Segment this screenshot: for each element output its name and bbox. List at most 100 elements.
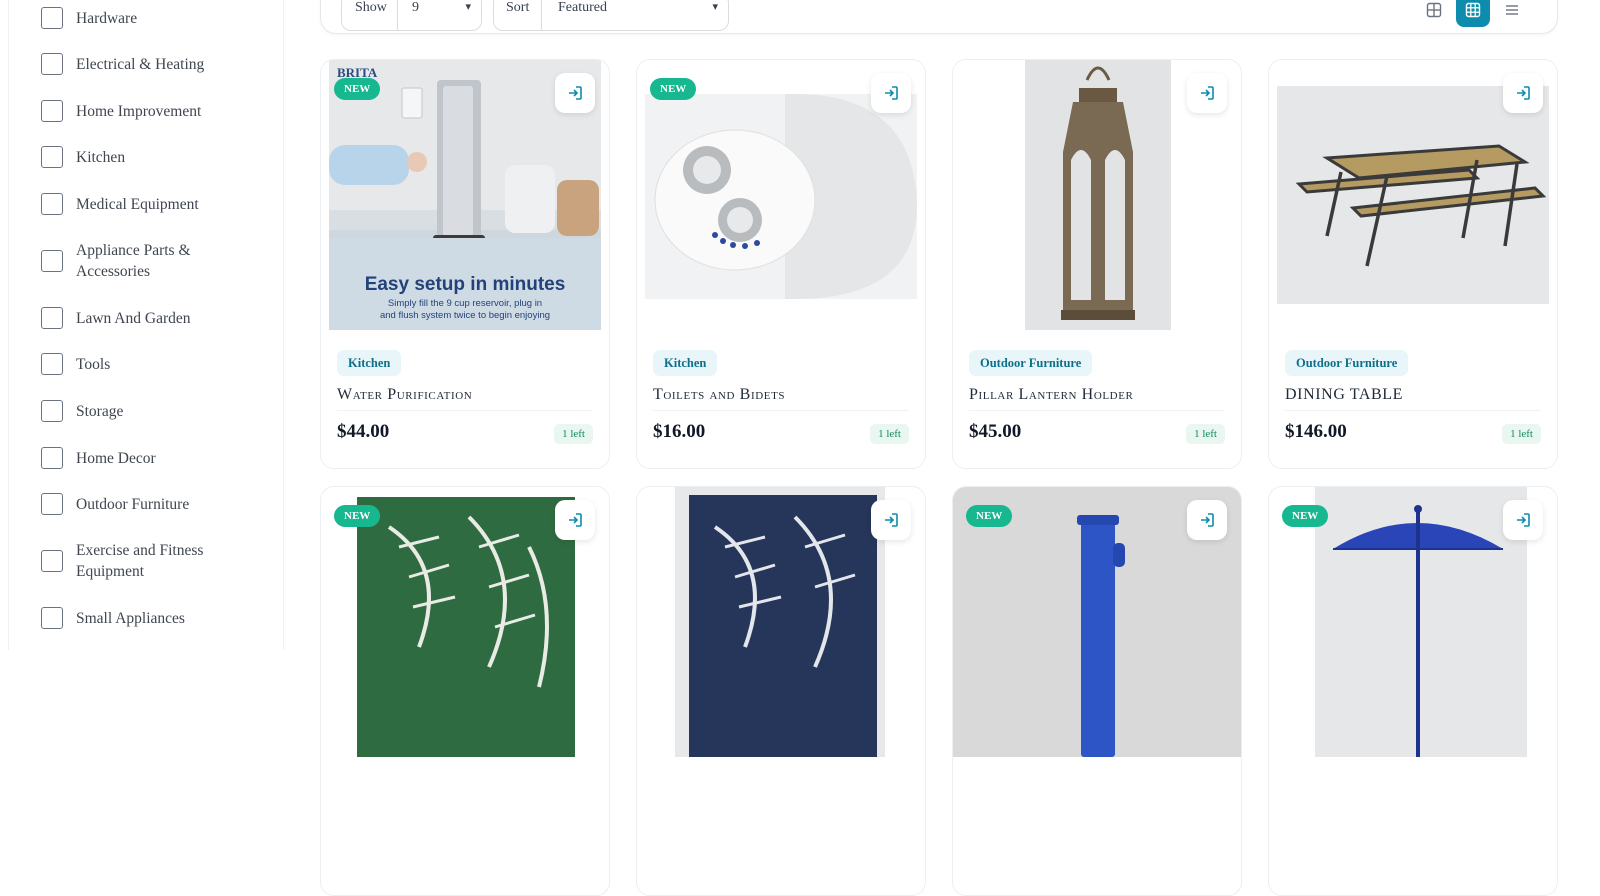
category-filter-exercise-fitness[interactable]: Exercise and Fitness Equipment bbox=[41, 540, 216, 582]
category-filter-outdoor-furniture[interactable]: Outdoor Furniture bbox=[41, 493, 216, 515]
stock-badge: 1 left bbox=[870, 424, 909, 444]
chevron-down-icon: ▾ bbox=[712, 0, 718, 13]
category-label: Storage bbox=[76, 402, 124, 420]
enter-icon bbox=[1517, 86, 1530, 100]
enter-icon bbox=[1201, 513, 1214, 527]
category-label: Exercise and Fitness Equipment bbox=[76, 542, 204, 580]
category-filter-small-appliances[interactable]: Small Appliances bbox=[41, 607, 216, 629]
open-product-button[interactable] bbox=[555, 500, 595, 540]
enter-icon bbox=[569, 513, 582, 527]
enter-icon bbox=[1201, 86, 1214, 100]
open-product-button[interactable] bbox=[1187, 73, 1227, 113]
product-card[interactable]: NEW bbox=[952, 486, 1242, 896]
checkbox[interactable] bbox=[41, 7, 63, 29]
checkbox[interactable] bbox=[41, 353, 63, 375]
category-filter-hardware[interactable]: Hardware bbox=[41, 7, 216, 29]
category-filter-electrical-heating[interactable]: Electrical & Heating bbox=[41, 53, 216, 75]
checkbox[interactable] bbox=[41, 193, 63, 215]
new-badge: NEW bbox=[334, 78, 381, 100]
listing-toolbar: Show 9 ▾ Sort Featured ▾ bbox=[320, 0, 1558, 34]
open-product-button[interactable] bbox=[1187, 500, 1227, 540]
category-label: Small Appliances bbox=[76, 609, 185, 627]
category-pill[interactable]: Kitchen bbox=[653, 350, 718, 376]
category-label: Hardware bbox=[76, 9, 138, 27]
open-product-button[interactable] bbox=[1503, 500, 1543, 540]
category-label: Home Decor bbox=[76, 449, 156, 467]
divider bbox=[337, 410, 593, 411]
category-filter-storage[interactable]: Storage bbox=[41, 400, 216, 422]
new-badge: NEW bbox=[334, 505, 381, 527]
product-card[interactable] bbox=[636, 486, 926, 896]
product-name[interactable]: Pillar Lantern Holder bbox=[969, 386, 1133, 404]
category-filter-medical-equipment[interactable]: Medical Equipment bbox=[41, 193, 216, 215]
product-name[interactable]: Water Purification bbox=[337, 386, 472, 404]
show-count-select[interactable]: Show 9 ▾ bbox=[341, 0, 482, 31]
category-label: Home Improvement bbox=[76, 102, 202, 120]
open-product-button[interactable] bbox=[871, 73, 911, 113]
enter-icon bbox=[885, 86, 898, 100]
product-card[interactable]: Outdoor Furniture DINING TABLE $146.00 1… bbox=[1268, 59, 1558, 469]
stock-badge: 1 left bbox=[1502, 424, 1541, 444]
category-filter-sidebar: Hardware Electrical & Heating Home Impro… bbox=[8, 0, 284, 650]
checkbox[interactable] bbox=[41, 607, 63, 629]
show-value: 9 bbox=[412, 0, 419, 15]
product-price: $146.00 bbox=[1285, 421, 1347, 442]
image-subtext-1: Simply fill the 9 cup reservoir, plug in bbox=[387, 298, 543, 309]
category-pill[interactable]: Outdoor Furniture bbox=[1285, 350, 1409, 376]
open-product-button[interactable] bbox=[1503, 73, 1543, 113]
stock-badge: 1 left bbox=[1186, 424, 1225, 444]
product-price: $45.00 bbox=[969, 421, 1022, 442]
category-pill[interactable]: Kitchen bbox=[337, 350, 402, 376]
category-filter-kitchen[interactable]: Kitchen bbox=[41, 146, 216, 168]
open-product-button[interactable] bbox=[555, 73, 595, 113]
new-badge: NEW bbox=[1282, 505, 1329, 527]
category-filter-tools[interactable]: Tools bbox=[41, 353, 216, 375]
new-badge: NEW bbox=[966, 505, 1013, 527]
chevron-down-icon: ▾ bbox=[465, 0, 471, 13]
category-filter-home-improvement[interactable]: Home Improvement bbox=[41, 100, 216, 122]
category-filter-appliance-parts[interactable]: Appliance Parts & Accessories bbox=[41, 240, 216, 282]
product-name[interactable]: Toilets and Bidets bbox=[653, 386, 785, 404]
image-headline-text: Easy setup in minutes bbox=[364, 274, 566, 295]
open-product-button[interactable] bbox=[871, 500, 911, 540]
category-filter-lawn-garden[interactable]: Lawn And Garden bbox=[41, 307, 216, 329]
sort-label: Sort bbox=[506, 0, 530, 15]
category-label: Electrical & Heating bbox=[76, 55, 205, 73]
product-card[interactable]: NEW bbox=[1268, 486, 1558, 896]
checkbox[interactable] bbox=[41, 53, 63, 75]
product-card[interactable]: BRITA Easy setup in minutes Simply fill … bbox=[320, 59, 610, 469]
product-name[interactable]: DINING TABLE bbox=[1285, 386, 1403, 404]
checkbox[interactable] bbox=[41, 146, 63, 168]
grid-icon bbox=[1465, 2, 1481, 18]
product-card[interactable]: Outdoor Furniture Pillar Lantern Holder … bbox=[952, 59, 1242, 469]
enter-icon bbox=[885, 513, 898, 527]
enter-icon bbox=[1517, 513, 1530, 527]
category-label: Medical Equipment bbox=[76, 195, 199, 213]
checkbox[interactable] bbox=[41, 250, 63, 272]
product-price: $16.00 bbox=[653, 421, 706, 442]
sort-value: Featured bbox=[558, 0, 607, 15]
product-card[interactable]: NEW bbox=[320, 486, 610, 896]
checkbox[interactable] bbox=[41, 307, 63, 329]
checkbox[interactable] bbox=[41, 493, 63, 515]
image-subtext-2: and flush system twice to begin enjoying bbox=[379, 310, 551, 321]
divider bbox=[653, 410, 909, 411]
divider bbox=[1285, 410, 1541, 411]
category-pill[interactable]: Outdoor Furniture bbox=[969, 350, 1093, 376]
category-label: Lawn And Garden bbox=[76, 309, 191, 327]
view-grid-button[interactable] bbox=[1456, 0, 1490, 27]
sort-select[interactable]: Sort Featured ▾ bbox=[493, 0, 729, 31]
checkbox[interactable] bbox=[41, 100, 63, 122]
product-price: $44.00 bbox=[337, 421, 390, 442]
checkbox[interactable] bbox=[41, 447, 63, 469]
view-list-button[interactable] bbox=[1495, 0, 1529, 27]
checkbox[interactable] bbox=[41, 550, 63, 572]
new-badge: NEW bbox=[650, 78, 697, 100]
grid-icon bbox=[1426, 2, 1442, 18]
checkbox[interactable] bbox=[41, 400, 63, 422]
view-grid-large-button[interactable] bbox=[1417, 0, 1451, 27]
enter-icon bbox=[569, 86, 582, 100]
product-card[interactable]: NEW Kitchen Toilets and Bidets $16.00 1 … bbox=[636, 59, 926, 469]
category-label: Tools bbox=[76, 355, 111, 373]
category-filter-home-decor[interactable]: Home Decor bbox=[41, 447, 216, 469]
